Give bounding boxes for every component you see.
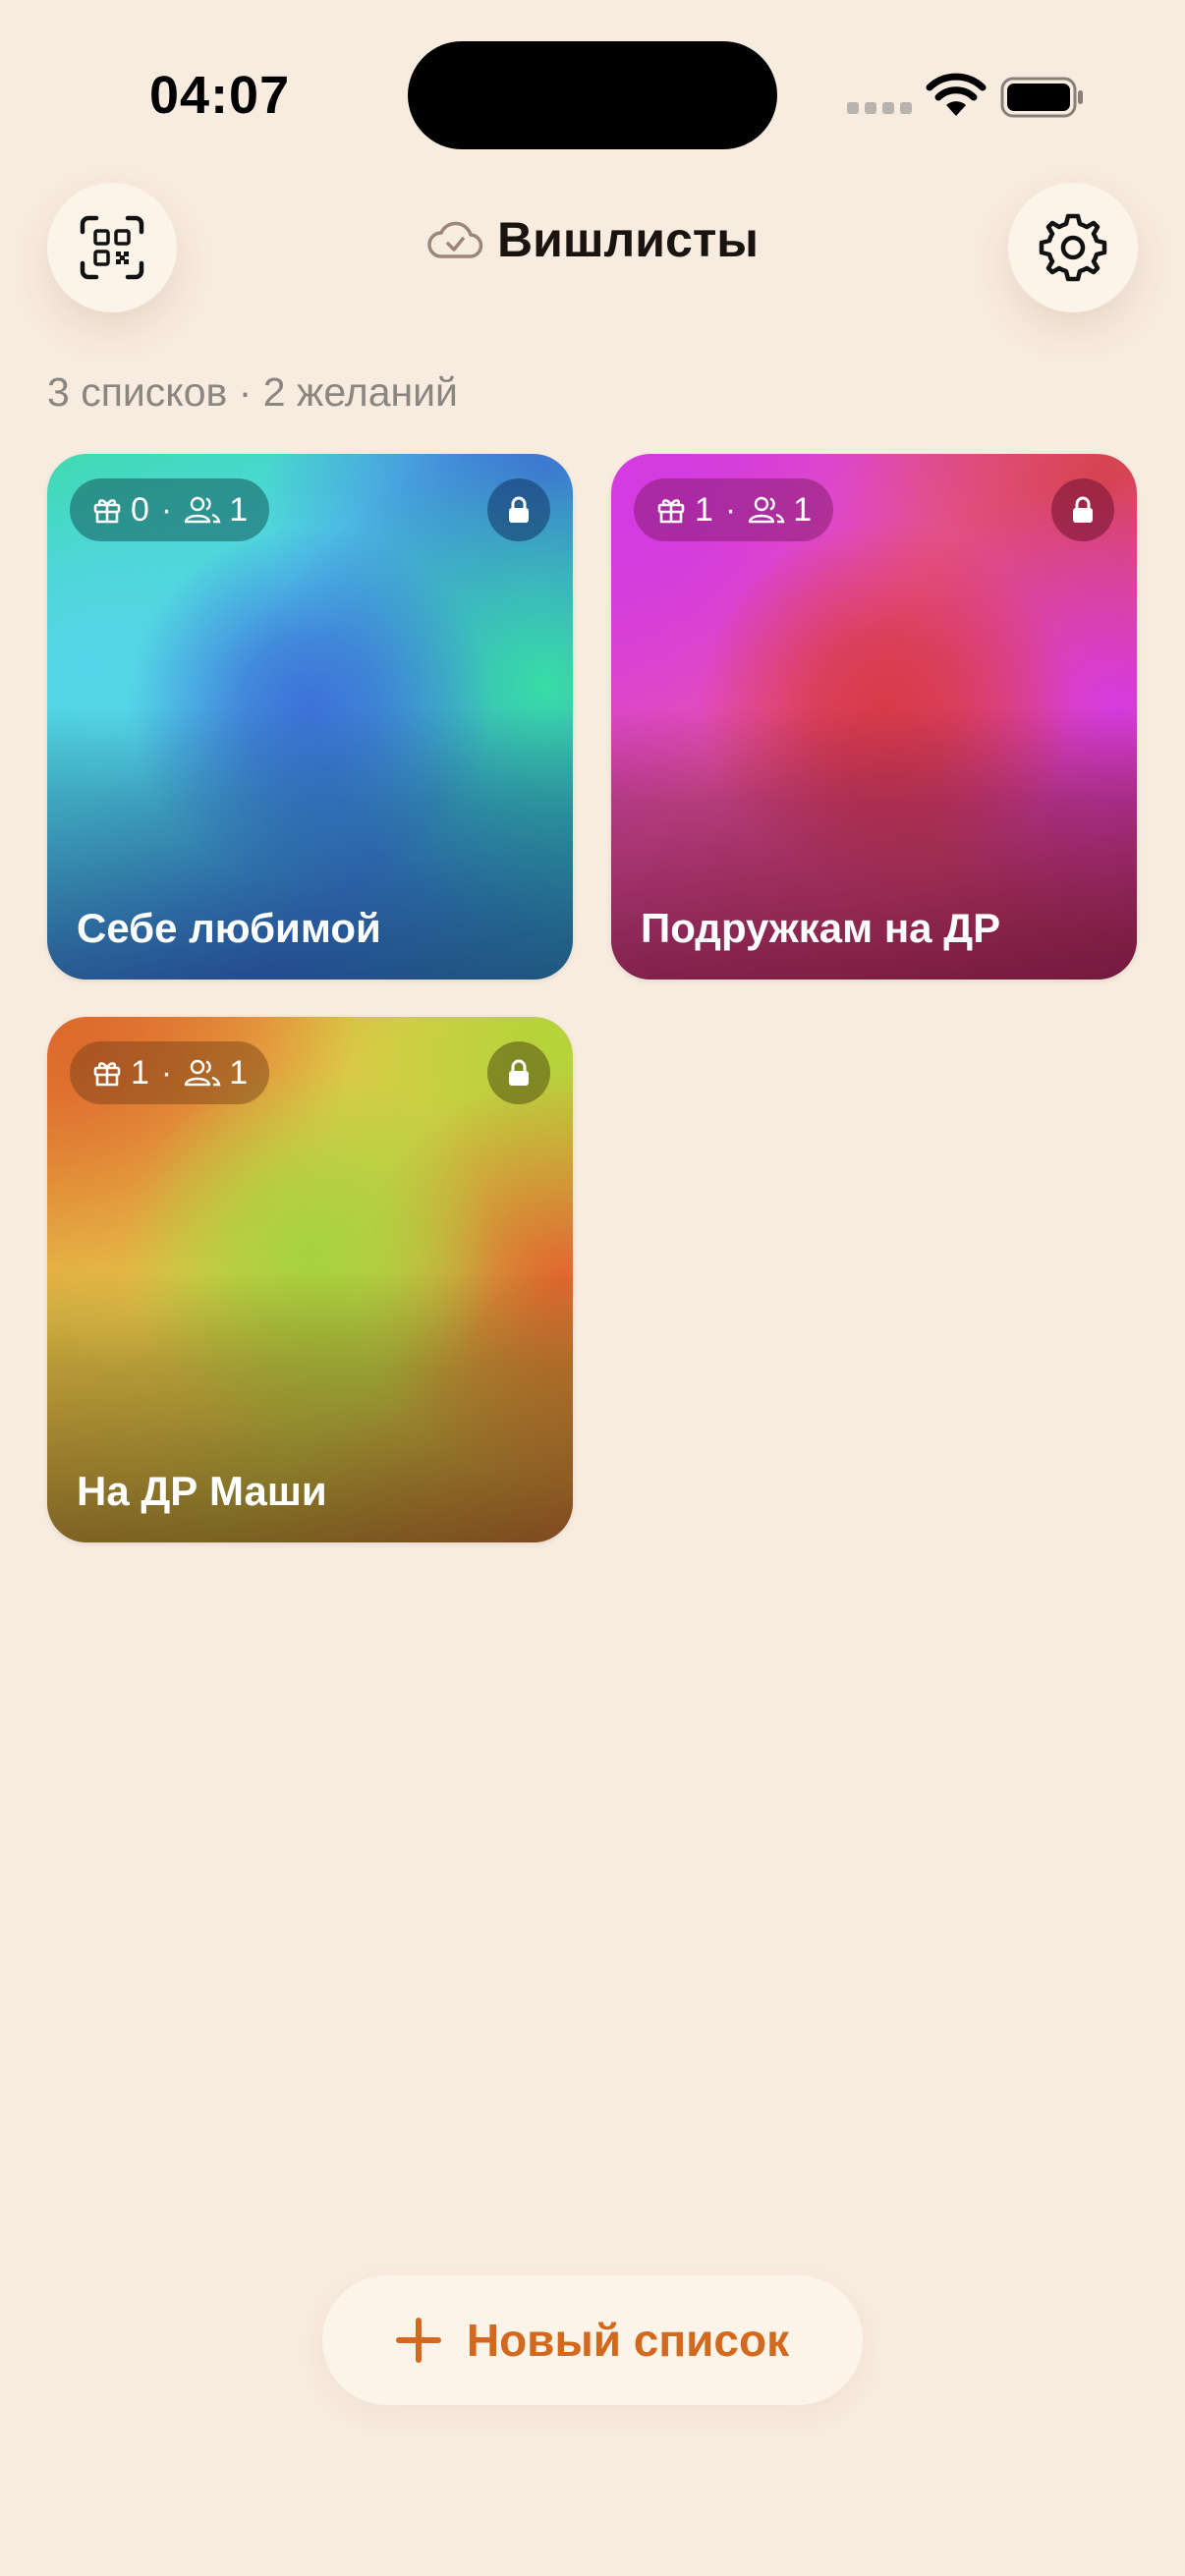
gifts-count: 1 [695, 490, 713, 529]
battery-icon [1000, 77, 1083, 118]
people-icon [185, 1059, 221, 1087]
cellular-signal-icon [847, 102, 912, 114]
people-icon [185, 496, 221, 524]
private-lock-badge [487, 478, 550, 541]
wifi-icon [926, 73, 987, 116]
wishlist-card[interactable]: 1 · 1 Подружкам на ДР [611, 454, 1137, 980]
page-title: Вишлисты [496, 212, 759, 267]
gear-icon [1039, 213, 1107, 282]
card-stats-pill: 1 · 1 [70, 1041, 270, 1104]
gifts-count: 1 [131, 1053, 149, 1092]
wishlist-title: Подружкам на ДР [641, 905, 1001, 951]
settings-button[interactable] [1008, 183, 1138, 312]
people-count: 1 [229, 1053, 249, 1092]
people-count: 1 [793, 490, 813, 529]
header-title-group: Вишлисты [0, 211, 1185, 268]
people-icon [749, 496, 785, 524]
wishlists-screen: 04:07 Вишлисты 3 списков · 2 желаний 0 ·… [0, 0, 1185, 2576]
lock-icon [1073, 496, 1093, 523]
cloud-check-icon [427, 221, 483, 258]
new-list-label: Новый список [466, 2315, 790, 2366]
card-stats-pill: 0 · 1 [70, 478, 270, 541]
private-lock-badge [487, 1041, 550, 1104]
wishlist-title: На ДР Маши [77, 1468, 327, 1514]
plus-icon [395, 2318, 441, 2363]
wishlist-card[interactable]: 0 · 1 Себе любимой [47, 454, 573, 980]
gifts-count: 0 [131, 490, 149, 529]
lists-summary: 3 списков · 2 желаний [47, 369, 458, 415]
gift-icon [93, 499, 121, 524]
wishlist-title: Себе любимой [77, 905, 381, 951]
new-list-button[interactable]: Новый список [322, 2275, 863, 2405]
people-count: 1 [229, 490, 249, 529]
wishlist-card[interactable]: 1 · 1 На ДР Маши [47, 1017, 573, 1542]
dynamic-island [408, 41, 777, 149]
private-lock-badge [1051, 478, 1114, 541]
status-time: 04:07 [149, 66, 291, 125]
lock-icon [509, 1059, 529, 1086]
card-stats-pill: 1 · 1 [634, 478, 834, 541]
gift-icon [657, 499, 685, 524]
lock-icon [509, 496, 529, 523]
gift-icon [93, 1062, 121, 1087]
